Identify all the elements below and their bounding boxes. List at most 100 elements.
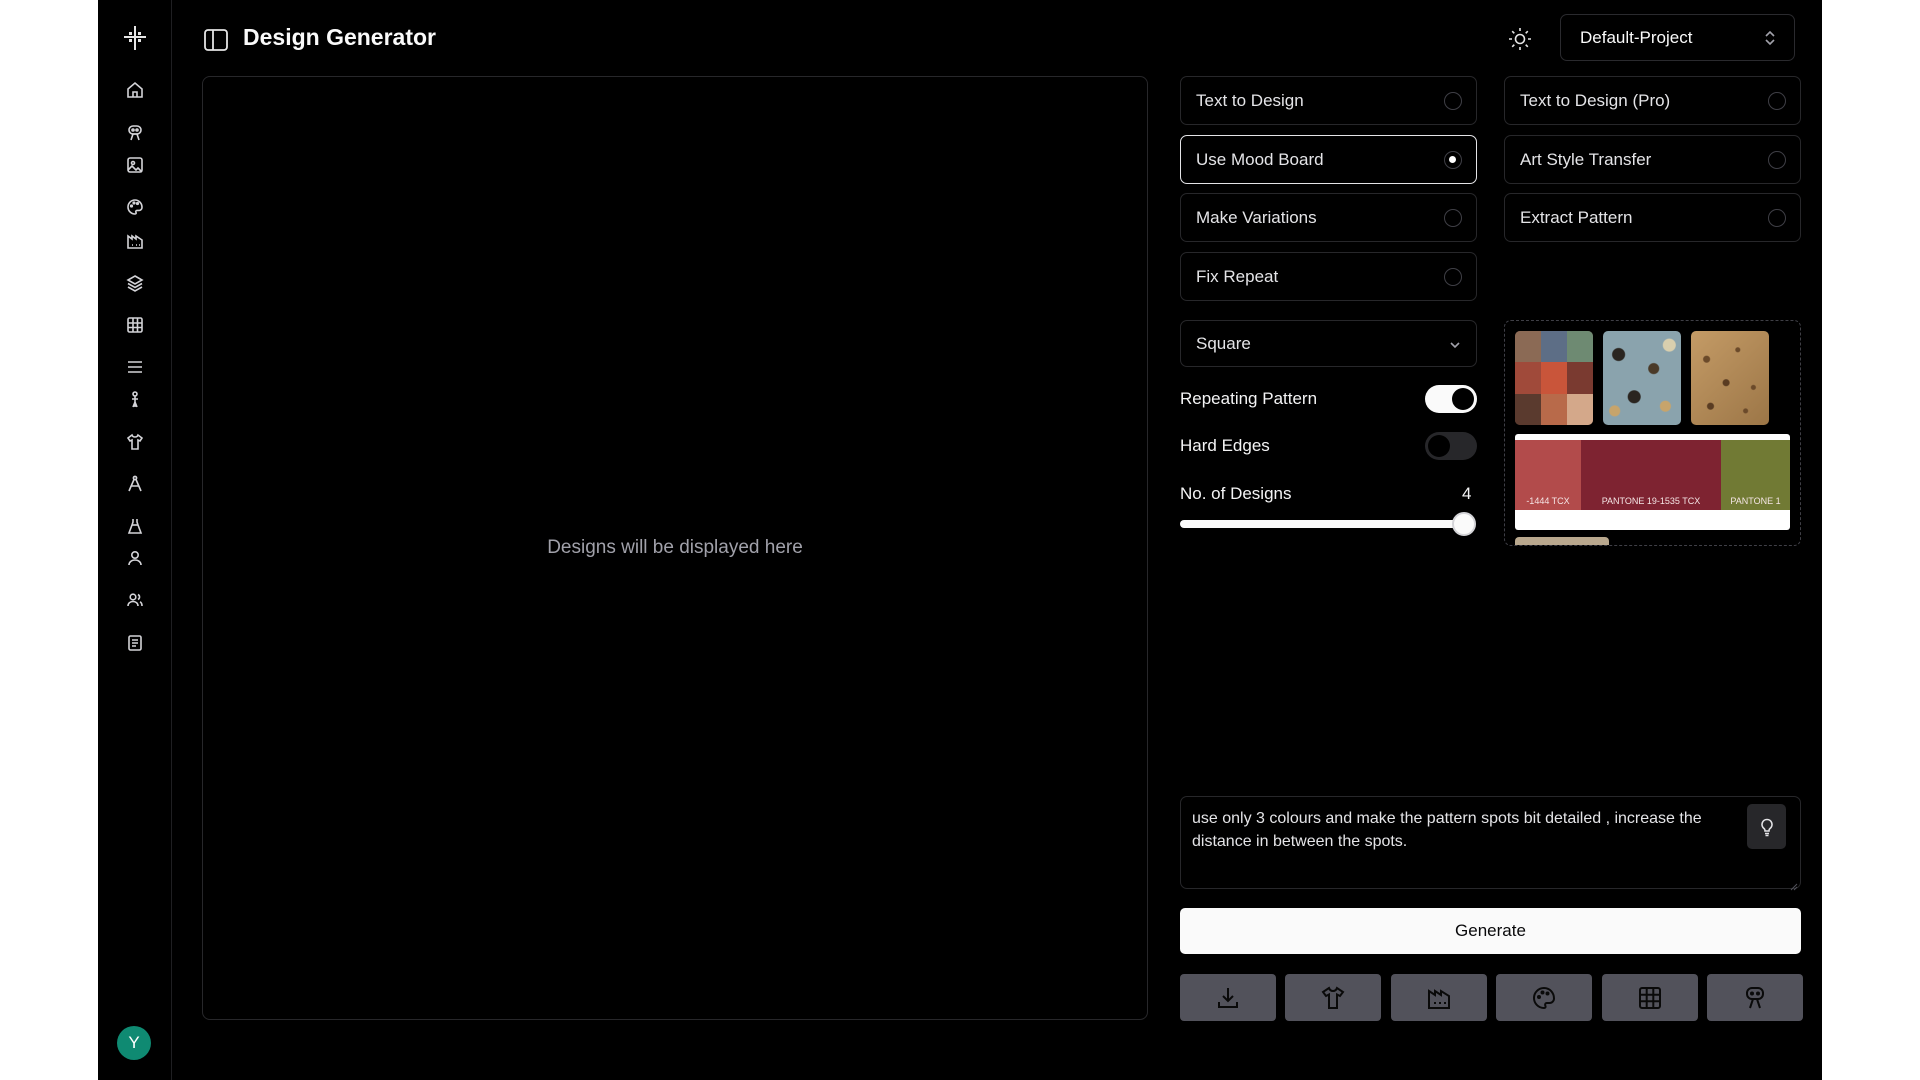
compass-icon[interactable] <box>125 474 145 494</box>
collage-tile <box>1567 331 1593 362</box>
mode-art-style-transfer[interactable]: Art Style Transfer <box>1504 135 1801 184</box>
radio-button[interactable] <box>1444 268 1462 286</box>
mood-image-collage[interactable] <box>1515 331 1593 425</box>
mode-label: Make Variations <box>1196 207 1317 227</box>
download-button[interactable] <box>1180 974 1276 1021</box>
palette-swatch: PANTONE 19-1535 TCX <box>1581 440 1721 510</box>
chevron-down-icon <box>1448 337 1462 351</box>
logo-icon[interactable] <box>121 24 149 52</box>
hard-edges-toggle[interactable] <box>1425 432 1477 460</box>
robot-icon[interactable] <box>125 123 145 143</box>
mode-label: Text to Design (Pro) <box>1520 90 1671 110</box>
chevron-up-down-icon <box>1762 29 1778 47</box>
avatar[interactable]: Y <box>117 1026 151 1060</box>
grid-icon[interactable] <box>125 315 145 335</box>
repeating-pattern-toggle[interactable] <box>1425 385 1477 413</box>
palette-swatch: -1444 TCX <box>1515 440 1581 510</box>
app-window: Y Design Generator Default-Project Desig… <box>98 0 1822 1080</box>
image-icon[interactable] <box>125 155 145 175</box>
user-icon[interactable] <box>125 548 145 568</box>
project-select[interactable]: Default-Project <box>1560 14 1795 61</box>
palette-button[interactable] <box>1496 974 1592 1021</box>
palette-swatch: PANTONE 1 <box>1721 440 1790 510</box>
menu-icon[interactable] <box>125 357 145 377</box>
mode-label: Text to Design <box>1196 90 1304 110</box>
sun-icon[interactable] <box>1507 26 1533 52</box>
mode-label: Extract Pattern <box>1520 207 1633 227</box>
prompt-text: use only 3 colours and make the pattern … <box>1192 810 1702 850</box>
toggle-knob <box>1428 435 1450 457</box>
mood-image-tan-texture[interactable] <box>1691 331 1769 425</box>
factory-icon[interactable] <box>125 231 145 251</box>
home-icon[interactable] <box>125 80 145 100</box>
layers-icon[interactable] <box>125 273 145 293</box>
page-title: Design Generator <box>243 24 436 50</box>
swatch-label: PANTONE 19-1535 TCX <box>1601 496 1701 506</box>
repeating-pattern-label: Repeating Pattern <box>1180 389 1318 408</box>
mood-image-leopard-fabric[interactable] <box>1603 331 1681 425</box>
mode-text-to-design[interactable]: Text to Design <box>1180 76 1477 125</box>
mode-use-mood-board[interactable]: Use Mood Board <box>1180 135 1477 184</box>
collage-tile <box>1567 362 1593 394</box>
shirt-icon <box>1321 985 1345 1009</box>
design-display-area: Designs will be displayed here <box>202 76 1148 1020</box>
collage-tile <box>1541 394 1567 425</box>
num-designs-value: 4 <box>1462 484 1472 503</box>
project-select-value: Default-Project <box>1580 27 1693 47</box>
generate-label: Generate <box>1455 921 1526 940</box>
hard-edges-row: Hard Edges <box>1180 430 1477 462</box>
radio-button[interactable] <box>1444 209 1462 227</box>
grid-icon <box>1639 986 1661 1009</box>
collage-tile <box>1541 362 1567 394</box>
color-palette[interactable]: -1444 TCX PANTONE 19-1535 TCX PANTONE 1 <box>1515 434 1790 530</box>
factory-icon <box>1428 988 1450 1009</box>
mode-fix-repeat[interactable]: Fix Repeat <box>1180 252 1477 301</box>
mode-extract-pattern[interactable]: Extract Pattern <box>1504 193 1801 242</box>
radio-button-selected[interactable] <box>1444 151 1462 169</box>
radio-button[interactable] <box>1768 151 1786 169</box>
users-icon[interactable] <box>125 590 145 610</box>
mood-image-partial[interactable] <box>1515 537 1609 545</box>
radio-button[interactable] <box>1444 92 1462 110</box>
swatch-label: PANTONE 1 <box>1730 496 1781 506</box>
lightbulb-icon[interactable] <box>1747 804 1786 849</box>
shape-select[interactable]: Square <box>1180 320 1477 367</box>
grid-button[interactable] <box>1602 974 1698 1021</box>
num-designs-slider-thumb[interactable] <box>1452 512 1476 536</box>
robot-icon <box>1746 986 1764 1008</box>
download-icon <box>1218 987 1238 1008</box>
mode-label: Use Mood Board <box>1196 149 1324 169</box>
generate-button[interactable]: Generate <box>1180 908 1801 954</box>
num-designs-label: No. of Designs <box>1180 484 1292 503</box>
palette-icon[interactable] <box>125 197 145 217</box>
num-designs-slider-track[interactable] <box>1180 520 1464 528</box>
shirt-icon[interactable] <box>125 432 145 452</box>
resize-handle-icon[interactable] <box>1790 878 1798 891</box>
palette-icon <box>1533 986 1556 1009</box>
radio-button[interactable] <box>1768 92 1786 110</box>
factory-button[interactable] <box>1391 974 1487 1021</box>
collage-tile <box>1541 331 1567 362</box>
shape-select-value: Square <box>1196 333 1251 353</box>
collage-tile <box>1515 394 1541 425</box>
dress-icon[interactable] <box>125 516 145 536</box>
repeating-pattern-row: Repeating Pattern <box>1180 383 1477 415</box>
model-figure-icon[interactable] <box>125 390 145 410</box>
collage-tile <box>1515 331 1541 362</box>
swatch-label: -1444 TCX <box>1526 496 1570 506</box>
mode-text-to-design-pro[interactable]: Text to Design (Pro) <box>1504 76 1801 125</box>
radio-button[interactable] <box>1768 209 1786 227</box>
mood-board-panel[interactable]: -1444 TCX PANTONE 19-1535 TCX PANTONE 1 <box>1504 320 1801 546</box>
prompt-textarea[interactable]: use only 3 colours and make the pattern … <box>1180 796 1801 889</box>
sidebar-toggle-icon[interactable] <box>203 27 229 53</box>
sidebar: Y <box>98 0 172 1080</box>
collage-tile <box>1515 362 1541 394</box>
robot-button[interactable] <box>1707 974 1803 1021</box>
document-icon[interactable] <box>125 633 145 653</box>
shirt-mockup-button[interactable] <box>1285 974 1381 1021</box>
hard-edges-label: Hard Edges <box>1180 436 1270 455</box>
mode-make-variations[interactable]: Make Variations <box>1180 193 1477 242</box>
mode-label: Art Style Transfer <box>1520 149 1652 169</box>
collage-tile <box>1567 394 1593 425</box>
mode-label: Fix Repeat <box>1196 266 1279 286</box>
